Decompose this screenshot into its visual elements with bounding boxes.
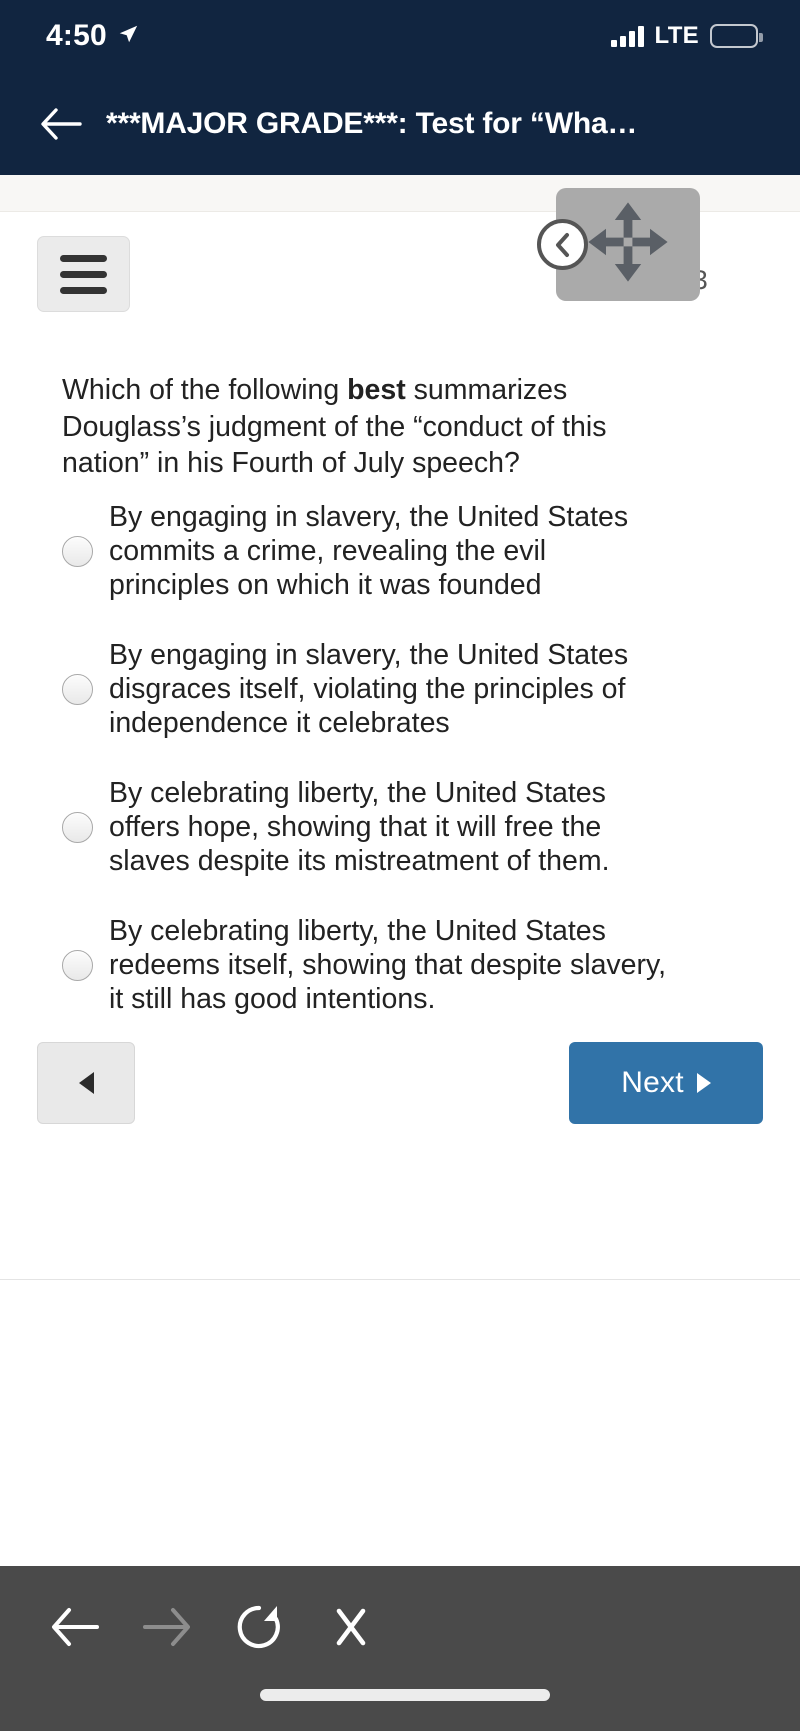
radio-button-icon[interactable] bbox=[62, 673, 93, 705]
radio-button-icon[interactable] bbox=[62, 811, 93, 843]
back-arrow-icon[interactable] bbox=[38, 101, 84, 147]
answer-option-label: By celebrating liberty, the United State… bbox=[109, 915, 667, 1015]
browser-toolbar-icons bbox=[44, 1596, 382, 1658]
hamburger-menu-icon[interactable] bbox=[37, 236, 130, 312]
triangle-left-icon bbox=[78, 1072, 94, 1094]
radio-button-icon[interactable] bbox=[62, 949, 93, 981]
page-title: ***MAJOR GRADE***: Test for “Wha… bbox=[106, 106, 638, 140]
answer-option[interactable]: By engaging in slavery, the United State… bbox=[62, 638, 702, 740]
radio-button-icon[interactable] bbox=[62, 535, 93, 567]
previous-question-button[interactable] bbox=[37, 1042, 135, 1124]
answer-option[interactable]: By engaging in slavery, the United State… bbox=[62, 500, 702, 602]
answer-option-label: By engaging in slavery, the United State… bbox=[109, 501, 629, 601]
top-chrome: 4:50 LTE ***MAJOR GRADE***: Test for “Wh… bbox=[0, 0, 800, 175]
question-text: Which of the following best summarizes D… bbox=[62, 372, 682, 482]
status-time: 4:50 bbox=[46, 19, 107, 52]
answer-option[interactable]: By celebrating liberty, the United State… bbox=[62, 914, 702, 1016]
answer-option[interactable]: By celebrating liberty, the United State… bbox=[62, 776, 702, 878]
triangle-right-icon bbox=[696, 1073, 711, 1093]
back-arrow-icon[interactable] bbox=[44, 1596, 106, 1658]
signal-strength-icon bbox=[610, 25, 644, 47]
app-root: 4:50 LTE ***MAJOR GRADE***: Test for “Wh… bbox=[0, 0, 800, 1731]
battery-icon bbox=[710, 24, 763, 48]
next-question-button[interactable]: Next bbox=[569, 1042, 763, 1124]
question-emphasis: best bbox=[347, 374, 406, 406]
next-button-label: Next bbox=[621, 1066, 684, 1099]
question-prefix: Which of the following bbox=[62, 374, 348, 406]
quiz-card: 3 of 13 Which of the following best summ… bbox=[0, 212, 800, 1280]
network-type-label: LTE bbox=[654, 22, 699, 49]
browser-toolbar bbox=[0, 1566, 800, 1731]
reload-icon[interactable] bbox=[228, 1596, 290, 1658]
answer-options-list: By engaging in slavery, the United State… bbox=[62, 500, 702, 1016]
status-bar-right: LTE bbox=[610, 22, 763, 50]
chevron-left-circle-icon[interactable] bbox=[537, 219, 588, 270]
answer-option-label: By engaging in slavery, the United State… bbox=[109, 639, 629, 739]
close-x-icon[interactable] bbox=[320, 1596, 382, 1658]
forward-arrow-icon bbox=[136, 1596, 198, 1658]
move-four-arrows-icon[interactable] bbox=[584, 198, 672, 291]
home-indicator-bar bbox=[260, 1689, 550, 1701]
status-bar-left: 4:50 bbox=[46, 21, 139, 51]
app-nav-bar: ***MAJOR GRADE***: Test for “Wha… bbox=[0, 72, 800, 175]
location-arrow-icon bbox=[117, 23, 139, 50]
answer-option-label: By celebrating liberty, the United State… bbox=[109, 777, 610, 877]
status-bar: 4:50 LTE bbox=[0, 0, 800, 72]
